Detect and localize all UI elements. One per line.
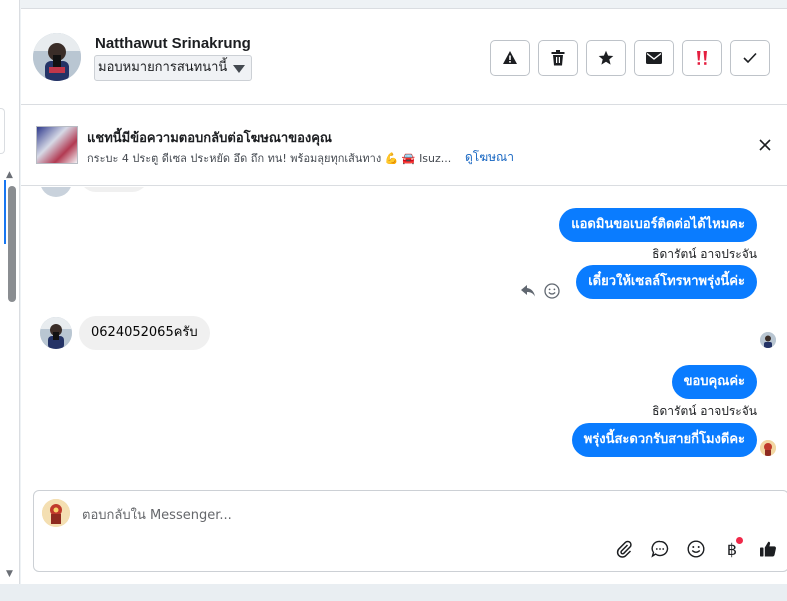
- contact-name[interactable]: Natthawut Srinakrung: [95, 35, 251, 52]
- selected-indicator: [4, 180, 6, 244]
- message-bubble-outgoing[interactable]: เดี๋ยวให้เซลล์โทรหาพรุ่งนี้ค่ะ: [576, 265, 757, 299]
- saved-replies-button[interactable]: [648, 537, 672, 561]
- conversation-actions: [490, 40, 770, 76]
- delete-button[interactable]: [538, 40, 578, 76]
- ad-banner-title: แชทนี้มีข้อความตอบกลับต่อโฆษณาของคุณ: [87, 131, 332, 146]
- attach-button[interactable]: [612, 537, 636, 561]
- scrollbar-thumb[interactable]: [8, 186, 16, 302]
- star-button[interactable]: [586, 40, 626, 76]
- sender-avatar[interactable]: [40, 317, 72, 349]
- assign-label: มอบหมายการสนทนานี้: [98, 60, 228, 75]
- message-bubble-outgoing[interactable]: แอดมินขอเบอร์ติดต่อได้ไหมคะ: [559, 208, 757, 242]
- react-emoji-icon[interactable]: [544, 283, 560, 299]
- reply-icon[interactable]: [520, 284, 536, 298]
- follow-up-button[interactable]: [682, 40, 722, 76]
- scroll-up-arrow-icon[interactable]: ▲: [6, 170, 13, 180]
- check-icon: [743, 52, 757, 64]
- thumbs-up-icon: [760, 541, 776, 557]
- sender-avatar: [40, 187, 72, 197]
- chat-bubble-icon: [651, 540, 669, 558]
- message-bubble-incoming-partial[interactable]: [79, 187, 149, 192]
- bottom-strip: [0, 584, 787, 601]
- emoji-button[interactable]: [684, 537, 708, 561]
- assign-conversation-dropdown[interactable]: มอบหมายการสนทนานี้: [94, 55, 253, 81]
- message-hover-tools: [520, 283, 560, 299]
- conversation-list-edge: ▲ ▼: [0, 0, 20, 584]
- payment-button[interactable]: ฿: [720, 537, 744, 561]
- mail-icon: [646, 52, 662, 64]
- chevron-down-icon: [233, 65, 246, 73]
- seen-indicator-avatar: [760, 440, 776, 456]
- view-ad-link[interactable]: ดูโฆษณา: [465, 148, 514, 167]
- conversation-header: Natthawut Srinakrung มอบหมายการสนทนานี้: [21, 9, 787, 105]
- warning-icon: [503, 51, 517, 64]
- list-item-edge[interactable]: [0, 108, 5, 154]
- composer-toolbar: ฿: [612, 537, 780, 561]
- message-thread: แอดมินขอเบอร์ติดต่อได้ไหมคะ ธิดารัตน์ อา…: [21, 187, 787, 489]
- spam-button[interactable]: [490, 40, 530, 76]
- ad-thumbnail[interactable]: [36, 126, 78, 164]
- sender-name: ธิดารัตน์ อาจประจัน: [652, 404, 757, 418]
- paperclip-icon: [616, 540, 632, 558]
- notification-dot: [736, 537, 743, 544]
- sender-name: ธิดารัตน์ อาจประจัน: [652, 247, 757, 261]
- inbox-window: ▲ ▼ Natthawut Srinakrung มอบหมายการสนทนา…: [0, 0, 787, 601]
- trash-icon: [551, 50, 565, 66]
- star-icon: [598, 50, 614, 65]
- send-like-button[interactable]: [756, 537, 780, 561]
- seen-indicator-avatar: [760, 332, 776, 348]
- close-banner-button[interactable]: [755, 135, 775, 155]
- reply-composer: ฿: [33, 490, 787, 572]
- reply-input[interactable]: [82, 505, 642, 525]
- follow-up-icon: [697, 51, 707, 65]
- mark-unread-button[interactable]: [634, 40, 674, 76]
- ad-reply-banner: แชทนี้มีข้อความตอบกลับต่อโฆษณาของคุณ กระ…: [21, 106, 787, 186]
- close-icon: [759, 139, 771, 151]
- message-bubble-outgoing[interactable]: ขอบคุณค่ะ: [671, 365, 757, 399]
- mark-done-button[interactable]: [730, 40, 770, 76]
- conversation-panel: Natthawut Srinakrung มอบหมายการสนทนานี้: [21, 8, 787, 584]
- scroll-down-arrow-icon[interactable]: ▼: [6, 569, 13, 579]
- ad-banner-subtitle: กระบะ 4 ประตู ดีเซล ประหยัด อึด ถึก ทน! …: [87, 152, 452, 165]
- message-bubble-incoming[interactable]: 0624052065ครับ: [79, 316, 210, 350]
- smiley-icon: [687, 540, 705, 558]
- page-avatar: [42, 499, 70, 527]
- contact-avatar[interactable]: [33, 33, 81, 81]
- message-bubble-outgoing[interactable]: พรุ่งนี้สะดวกรับสายกี่โมงดีคะ: [571, 423, 757, 457]
